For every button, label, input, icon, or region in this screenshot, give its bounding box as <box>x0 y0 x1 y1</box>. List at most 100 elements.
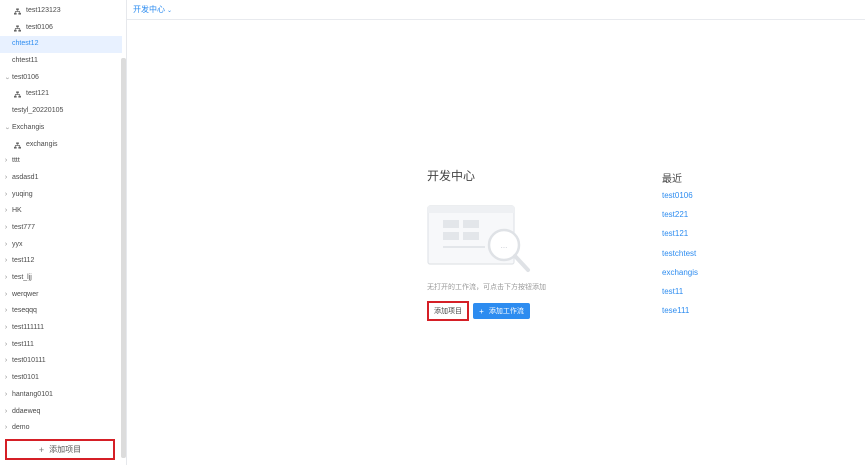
sidebar-add-project-label: 添加项目 <box>49 445 82 454</box>
chevron-right-icon[interactable]: › <box>2 370 10 387</box>
tree-project-item[interactable]: › hantang0101 <box>0 387 122 404</box>
tree-item-label: test010111 <box>12 357 46 365</box>
tree-item-label: testyl_20220105 <box>12 107 64 115</box>
tree-item-label: test777 <box>12 223 35 231</box>
chevron-right-icon[interactable]: › <box>2 187 10 204</box>
tree-project-item[interactable]: chtest12 <box>0 36 122 54</box>
project-tree-sidebar: test123123 test0106 chtest12 chtest11 › test0… <box>0 0 127 465</box>
tree-project-item[interactable]: › test010111 <box>0 353 122 370</box>
chevron-right-icon[interactable]: › <box>2 320 10 337</box>
header-title: 开发中心 <box>133 5 165 14</box>
plus-icon: + <box>38 444 45 455</box>
tree-project-item[interactable]: › test111 <box>0 337 122 354</box>
chevron-right-icon[interactable]: › <box>2 237 10 254</box>
recent-item[interactable]: test121 <box>662 229 688 238</box>
chevron-right-icon[interactable]: › <box>2 337 10 354</box>
tree-project-item[interactable]: › demo <box>0 420 122 437</box>
tree-item-label: test123123 <box>26 7 61 14</box>
tree-item-label: demo <box>12 424 30 432</box>
chevron-right-icon[interactable]: › <box>2 220 10 237</box>
chevron-right-icon[interactable]: › <box>2 203 10 220</box>
chevron-right-icon[interactable]: › <box>2 170 10 187</box>
svg-text:...: ... <box>501 242 508 250</box>
page-title: 开发中心 <box>427 169 476 183</box>
tree-item-label: HK <box>12 207 22 215</box>
tree-item-label: tttt <box>12 157 20 165</box>
tree-project-item[interactable]: chtest11 <box>0 53 122 70</box>
chevron-right-icon[interactable]: › <box>2 253 10 270</box>
tree-project-item[interactable]: › yuqing <box>0 187 122 204</box>
chevron-down-icon: ⌄ <box>167 8 173 14</box>
recent-item[interactable]: test11 <box>662 287 683 296</box>
tree-item-label: test112 <box>12 257 35 265</box>
tree-item-label: yuqing <box>12 190 33 198</box>
tree-item-label: exchangis <box>26 140 58 148</box>
chevron-right-icon[interactable]: › <box>2 420 10 437</box>
recent-item[interactable]: test221 <box>662 210 688 219</box>
tree-project-item[interactable]: › test111111 <box>0 320 122 337</box>
tree-item-label: teseqqq <box>12 307 37 315</box>
tree-project-item[interactable]: › test0101 <box>0 370 122 387</box>
tree-item-label: ddaeweq <box>12 407 41 415</box>
tree-item-label: Exchangis <box>12 123 45 131</box>
recent-item[interactable]: tese111 <box>662 306 689 315</box>
workflow-icon <box>14 8 21 15</box>
chevron-right-icon[interactable]: › <box>2 303 10 320</box>
plus-icon: + <box>479 306 484 316</box>
recent-item[interactable]: test0106 <box>662 191 693 200</box>
recent-item[interactable]: testchtest <box>662 249 696 258</box>
chevron-right-icon[interactable]: › <box>2 287 10 304</box>
chevron-right-icon[interactable]: › <box>2 270 10 287</box>
tree-project-item[interactable]: › test112 <box>0 253 122 270</box>
tree-project-item[interactable]: › test0106 <box>0 70 122 87</box>
workflow-icon <box>14 141 21 149</box>
add-workflow-button[interactable]: + 添加工作流 <box>473 303 530 319</box>
add-project-label: 添加项目 <box>434 308 462 315</box>
chevron-right-icon[interactable]: › <box>2 404 10 421</box>
tree-workflow-item[interactable]: test121 <box>0 86 122 103</box>
tree-item-label: hantang0101 <box>12 390 53 398</box>
tree-item-label: chtest12 <box>12 40 39 48</box>
tree-item-label: asdasd1 <box>12 173 39 181</box>
tree-item-label: test0106 <box>26 23 53 31</box>
tree-item-label: test0106 <box>12 73 39 81</box>
empty-state-text: 无打开的工作流，可点击下方按钮添加 <box>427 284 546 291</box>
workflow-icon <box>14 91 21 98</box>
tree-project-item[interactable]: › yyx <box>0 237 122 254</box>
tree-workflow-item[interactable]: test0106 <box>0 20 122 37</box>
workflow-icon <box>14 25 21 32</box>
empty-workflow-illustration: ... <box>427 205 530 272</box>
sidebar-scrollbar[interactable] <box>121 58 126 458</box>
add-project-button[interactable]: 添加项目 <box>427 301 469 321</box>
tree-project-item[interactable]: › tttt <box>0 153 122 170</box>
header-title-dropdown[interactable]: 开发中心 ⌄ <box>133 4 172 15</box>
tree-project-item[interactable]: › test777 <box>0 220 122 237</box>
recent-title: 最近 <box>662 174 682 185</box>
recent-item[interactable]: exchangis <box>662 268 698 277</box>
tree-project-item[interactable]: › ddaeweq <box>0 404 122 421</box>
top-bar: 开发中心 ⌄ <box>127 0 865 20</box>
tree-workflow-item[interactable]: exchangis <box>0 137 122 154</box>
tree-project-item[interactable]: › teseqqq <box>0 303 122 320</box>
tree-project-item[interactable]: › HK <box>0 203 122 220</box>
tree-project-item[interactable]: › Exchangis <box>0 120 122 137</box>
tree-item-label: test0101 <box>12 374 39 382</box>
tree-item-label: test121 <box>26 90 49 98</box>
sidebar-add-project-button[interactable]: + 添加项目 <box>5 439 115 460</box>
tree-project-item[interactable]: › test_ljj <box>0 270 122 287</box>
chevron-right-icon[interactable]: › <box>2 153 10 170</box>
add-workflow-label: 添加工作流 <box>488 308 524 315</box>
tree-project-item[interactable]: › asdasd1 <box>0 170 122 187</box>
tree-item-label: test111111 <box>12 324 45 332</box>
tree-project-item[interactable]: › werqwer <box>0 287 122 304</box>
tree-item-label: yyx <box>12 240 23 248</box>
chevron-right-icon[interactable]: › <box>2 353 10 370</box>
tree-item-label: werqwer <box>12 290 39 298</box>
tree-item-label: test111 <box>12 340 34 348</box>
tree-workflow-item[interactable]: test123123 <box>0 3 122 20</box>
chevron-right-icon[interactable]: › <box>2 387 10 404</box>
tree-item-label: chtest11 <box>12 57 38 65</box>
tree-project-item[interactable]: testyl_20220105 <box>0 103 122 120</box>
project-tree: test123123 test0106 chtest12 chtest11 › test0… <box>0 3 122 437</box>
tree-item-label: test_ljj <box>12 274 32 281</box>
